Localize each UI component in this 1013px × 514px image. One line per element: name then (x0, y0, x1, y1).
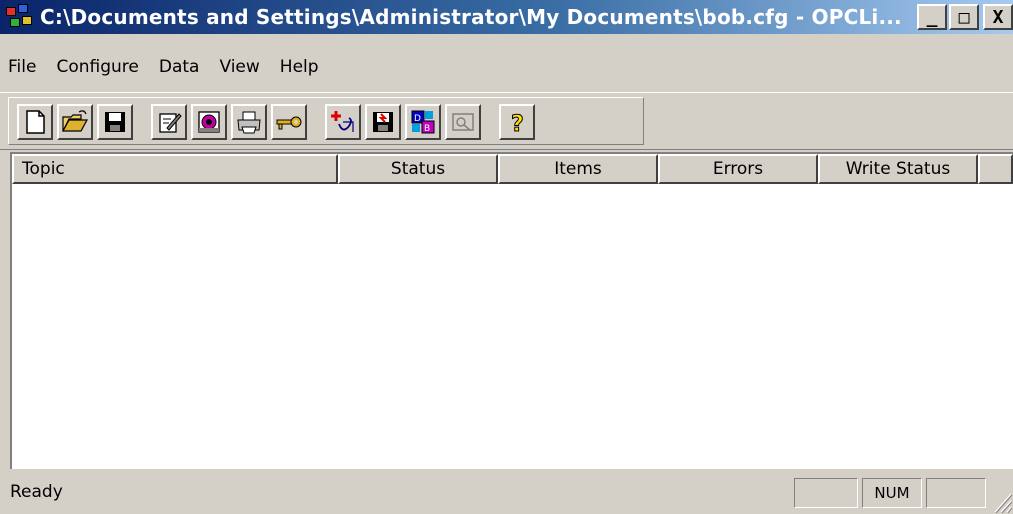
column-errors[interactable]: Errors (658, 154, 818, 184)
new-icon (26, 110, 45, 134)
column-write-status[interactable]: Write Status (818, 154, 978, 184)
menu-configure[interactable]: Configure (46, 57, 148, 77)
menu-bar: File Configure Data View Help (0, 52, 329, 82)
edit-button[interactable] (151, 104, 187, 140)
status-pane-caps (794, 478, 858, 508)
menu-view[interactable]: View (209, 57, 269, 77)
status-pane-scroll (926, 478, 986, 508)
save-icon (105, 112, 125, 132)
column-filler (978, 154, 1013, 184)
svg-text:D: D (414, 114, 421, 124)
close-icon: X (992, 6, 1004, 28)
device-icon (198, 111, 220, 133)
status-bar: Ready NUM (0, 472, 1013, 514)
save-data-button[interactable] (365, 104, 401, 140)
help-icon: ? (511, 112, 525, 137)
key-button[interactable] (271, 104, 307, 140)
status-pane-num: NUM (862, 478, 922, 508)
column-status[interactable]: Status (338, 154, 498, 184)
open-button[interactable] (57, 104, 93, 140)
topic-list[interactable]: Topic Status Items Errors Write Status (10, 152, 1013, 469)
minimize-button[interactable]: _ (917, 4, 947, 30)
key-icon (276, 116, 302, 130)
status-text: Ready (10, 482, 63, 502)
list-header: Topic Status Items Errors Write Status (12, 154, 1013, 184)
svg-text:?: ? (511, 112, 524, 136)
add-topic-button[interactable] (325, 104, 361, 140)
minimize-icon: _ (926, 6, 938, 28)
database-icon: D B (411, 110, 435, 134)
print-icon (237, 111, 261, 134)
menu-file[interactable]: File (0, 57, 46, 77)
maximize-button[interactable]: □ (949, 4, 979, 30)
save-button[interactable] (97, 104, 133, 140)
column-topic[interactable]: Topic (12, 154, 338, 184)
menu-data[interactable]: Data (149, 57, 210, 77)
close-button[interactable]: X (983, 4, 1013, 30)
maximize-icon: □ (958, 6, 970, 28)
monitor-icon (452, 113, 474, 131)
toolbar-band: D B ? (8, 97, 644, 145)
open-folder-icon (61, 110, 89, 132)
save-data-icon (373, 112, 393, 132)
app-icon (4, 3, 38, 31)
monitor-button[interactable] (445, 104, 481, 140)
toolbar: D B ? (0, 92, 1013, 150)
edit-icon (159, 113, 182, 133)
resize-grip-icon[interactable] (989, 484, 1013, 514)
window-title: C:\Documents and Settings\Administrator\… (40, 5, 902, 29)
database-button[interactable]: D B (405, 104, 441, 140)
column-items[interactable]: Items (498, 154, 658, 184)
svg-text:B: B (424, 124, 430, 134)
menu-help[interactable]: Help (270, 57, 329, 77)
print-button[interactable] (231, 104, 267, 140)
help-button[interactable]: ? (499, 104, 535, 140)
title-bar[interactable]: C:\Documents and Settings\Administrator\… (0, 0, 1013, 34)
add-topic-icon (331, 111, 354, 132)
device-button[interactable] (191, 104, 227, 140)
new-button[interactable] (17, 104, 53, 140)
